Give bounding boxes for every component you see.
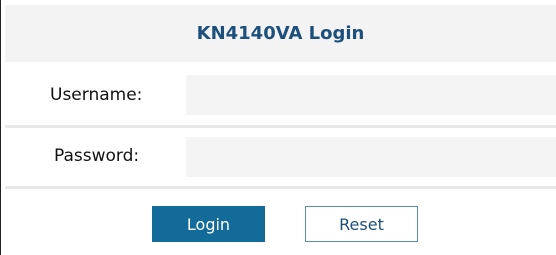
username-label: Username: [50, 85, 143, 105]
row-divider [5, 186, 556, 189]
login-page: KN4140VA Login Username: Password: Login… [0, 0, 556, 255]
password-input[interactable] [186, 137, 556, 177]
username-input[interactable] [186, 75, 556, 115]
page-title: KN4140VA Login [196, 23, 365, 44]
reset-button[interactable]: Reset [305, 206, 418, 242]
row-divider [5, 125, 556, 128]
left-border [0, 0, 1, 255]
title-bar: KN4140VA Login [5, 5, 556, 62]
login-button[interactable]: Login [152, 206, 265, 242]
password-label: Password: [54, 146, 140, 166]
